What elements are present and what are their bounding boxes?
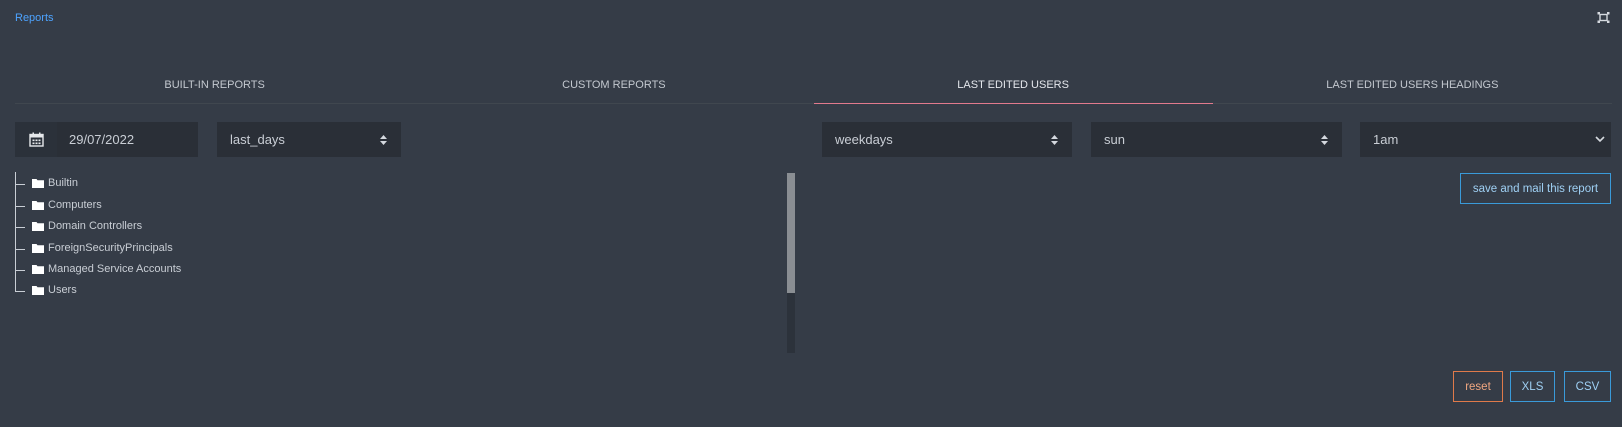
tree-item-label: Builtin bbox=[48, 177, 78, 189]
tree-item-managed-service-accounts[interactable]: Managed Service Accounts bbox=[15, 262, 235, 278]
folder-icon bbox=[32, 200, 44, 210]
day-select[interactable]: sun bbox=[1091, 122, 1342, 157]
sort-icon bbox=[1321, 135, 1328, 145]
days-select-value: weekdays bbox=[835, 132, 893, 147]
tree-item-domain-controllers[interactable]: Domain Controllers bbox=[15, 219, 235, 235]
fullscreen-icon[interactable] bbox=[1597, 11, 1610, 24]
report-tabs: BUILT-IN REPORTS CUSTOM REPORTS LAST EDI… bbox=[15, 70, 1612, 104]
ou-tree: Builtin Computers Domain Controllers For… bbox=[15, 172, 215, 302]
tree-item-label: Users bbox=[48, 284, 77, 296]
export-csv-button[interactable]: CSV bbox=[1564, 371, 1611, 402]
time-select-value: 1am bbox=[1373, 132, 1399, 147]
tab-last-edited-users[interactable]: LAST EDITED USERS bbox=[813, 70, 1214, 104]
chevron-down-icon bbox=[1595, 136, 1605, 143]
breadcrumb-reports[interactable]: Reports bbox=[15, 12, 54, 24]
save-and-mail-report-button[interactable]: save and mail this report bbox=[1460, 173, 1611, 204]
tree-scrollbar[interactable] bbox=[787, 173, 795, 353]
tab-last-edited-users-headings[interactable]: LAST EDITED USERS HEADINGS bbox=[1213, 70, 1612, 103]
sort-icon bbox=[380, 135, 387, 145]
calendar-icon bbox=[28, 132, 44, 147]
tree-item-label: ForeignSecurityPrincipals bbox=[48, 241, 173, 254]
folder-icon bbox=[32, 222, 44, 231]
tree-item-users[interactable]: Users bbox=[15, 283, 235, 299]
tree-item-label: Managed Service Accounts bbox=[48, 263, 182, 275]
reset-button[interactable]: reset bbox=[1453, 371, 1503, 402]
export-xls-button[interactable]: XLS bbox=[1510, 371, 1555, 402]
tree-item-foreign-security-principals[interactable]: ForeignSecurityPrincipals bbox=[15, 241, 235, 257]
scrollbar-thumb[interactable] bbox=[787, 173, 795, 293]
folder-icon bbox=[32, 179, 44, 188]
sort-icon bbox=[1051, 135, 1058, 145]
folder-icon bbox=[32, 265, 44, 274]
range-select-value: last_days bbox=[230, 132, 285, 147]
range-select[interactable]: last_days bbox=[217, 122, 401, 157]
tab-built-in-reports[interactable]: BUILT-IN REPORTS bbox=[15, 70, 414, 103]
date-input[interactable] bbox=[57, 122, 198, 157]
tab-custom-reports[interactable]: CUSTOM REPORTS bbox=[414, 70, 813, 103]
calendar-button[interactable] bbox=[15, 122, 57, 157]
days-select[interactable]: weekdays bbox=[822, 122, 1072, 157]
day-select-value: sun bbox=[1104, 132, 1125, 147]
tree-item-builtin[interactable]: Builtin bbox=[15, 176, 235, 192]
folder-icon bbox=[32, 243, 44, 253]
folder-icon bbox=[32, 286, 44, 295]
tree-item-computers[interactable]: Computers bbox=[15, 198, 235, 214]
tree-item-label: Domain Controllers bbox=[48, 220, 143, 232]
time-select[interactable]: 1am bbox=[1360, 122, 1611, 157]
tree-item-label: Computers bbox=[48, 198, 102, 211]
